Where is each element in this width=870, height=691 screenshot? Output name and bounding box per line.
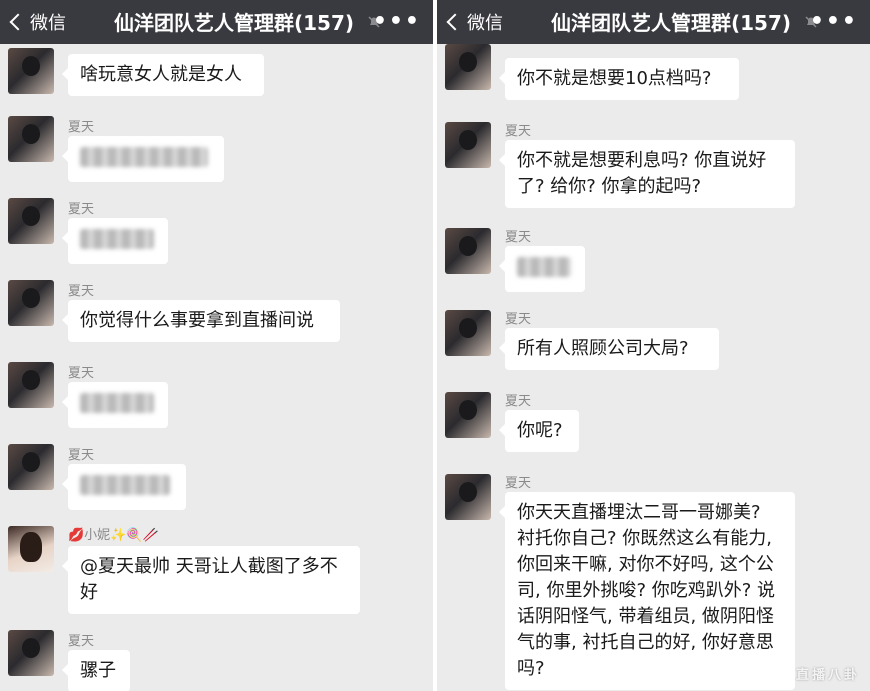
message-bubble[interactable]: 你不就是想要利息吗? 你直说好了? 给你? 你拿的起吗? [499, 140, 795, 208]
avatar[interactable] [445, 474, 491, 520]
message-bubble-redacted[interactable] [62, 218, 168, 264]
sender-name: 夏天 [505, 124, 532, 139]
message-bubble[interactable]: 你天天直播埋汰二哥一哥娜美? 衬托你自己? 你既然这么有能力, 你回来干嘛, 对… [499, 492, 795, 690]
avatar[interactable] [8, 362, 54, 408]
message-bubble-redacted[interactable] [499, 246, 585, 292]
avatar[interactable] [445, 310, 491, 356]
avatar[interactable] [8, 280, 54, 326]
message-bubble[interactable]: 你觉得什么事要拿到直播间说 [62, 300, 340, 342]
nav-bar: 微信 仙洋团队艺人管理群(157) ••• [0, 0, 433, 44]
back-button[interactable]: 微信 [445, 9, 503, 35]
back-label: 微信 [30, 13, 66, 34]
avatar[interactable] [8, 526, 54, 572]
sender-name: 夏天 [68, 448, 95, 463]
sender-name: 夏天 [68, 202, 95, 217]
message-bubble[interactable]: @夏天最帅 天哥让人截图了多不好 [62, 546, 360, 614]
sender-name: 夏天 [68, 366, 95, 381]
avatar[interactable] [8, 116, 54, 162]
message-bubble-redacted[interactable] [62, 136, 224, 182]
chat-title: 仙洋团队艺人管理群(157) [551, 11, 792, 35]
back-button[interactable]: 微信 [8, 9, 66, 35]
sender-name: 夏天 [505, 312, 532, 327]
message-bubble[interactable]: 啥玩意女人就是女人 [62, 54, 264, 96]
message-bubble-redacted[interactable] [62, 382, 168, 428]
back-label: 微信 [467, 13, 503, 34]
more-options-button[interactable]: ••• [810, 9, 858, 34]
avatar[interactable] [445, 392, 491, 438]
chat-title: 仙洋团队艺人管理群(157) [114, 11, 355, 35]
avatar[interactable] [445, 44, 491, 90]
message-bubble[interactable]: 骡子 [62, 650, 130, 691]
message-bubble[interactable]: 你呢? [499, 410, 579, 452]
chat-panel-left: 微信 仙洋团队艺人管理群(157) ••• 啥玩意女人就是女人 夏天 夏天 夏天… [0, 0, 433, 691]
chat-panel-right: 微信 仙洋团队艺人管理群(157) ••• 你不就是想要10点档吗? 夏天 你不… [437, 0, 870, 691]
message-bubble[interactable]: 你不就是想要10点档吗? [499, 58, 739, 100]
sender-name: 夏天 [505, 394, 532, 409]
avatar[interactable] [8, 444, 54, 490]
sender-name: 夏天 [505, 230, 532, 245]
sender-name: 夏天 [505, 476, 532, 491]
redacted-text [80, 475, 170, 495]
sender-name: 夏天 [68, 120, 95, 135]
redacted-text [80, 147, 208, 167]
avatar[interactable] [8, 48, 54, 94]
sender-name: 夏天 [68, 284, 95, 299]
sender-name: 💋小妮✨🍭🥢 [68, 528, 159, 543]
chevron-left-icon [9, 13, 27, 31]
sender-name: 夏天 [68, 634, 95, 649]
more-options-button[interactable]: ••• [373, 9, 421, 34]
redacted-text [80, 229, 154, 249]
avatar[interactable] [445, 122, 491, 168]
watermark-logo: 直播八卦 [795, 668, 860, 683]
message-bubble[interactable]: 所有人照顾公司大局? [499, 328, 719, 370]
avatar[interactable] [8, 198, 54, 244]
redacted-text [517, 257, 571, 277]
avatar[interactable] [445, 228, 491, 274]
nav-bar: 微信 仙洋团队艺人管理群(157) ••• [437, 0, 870, 44]
chevron-left-icon [446, 13, 464, 31]
message-bubble-redacted[interactable] [62, 464, 186, 510]
avatar[interactable] [8, 630, 54, 676]
redacted-text [80, 393, 154, 413]
